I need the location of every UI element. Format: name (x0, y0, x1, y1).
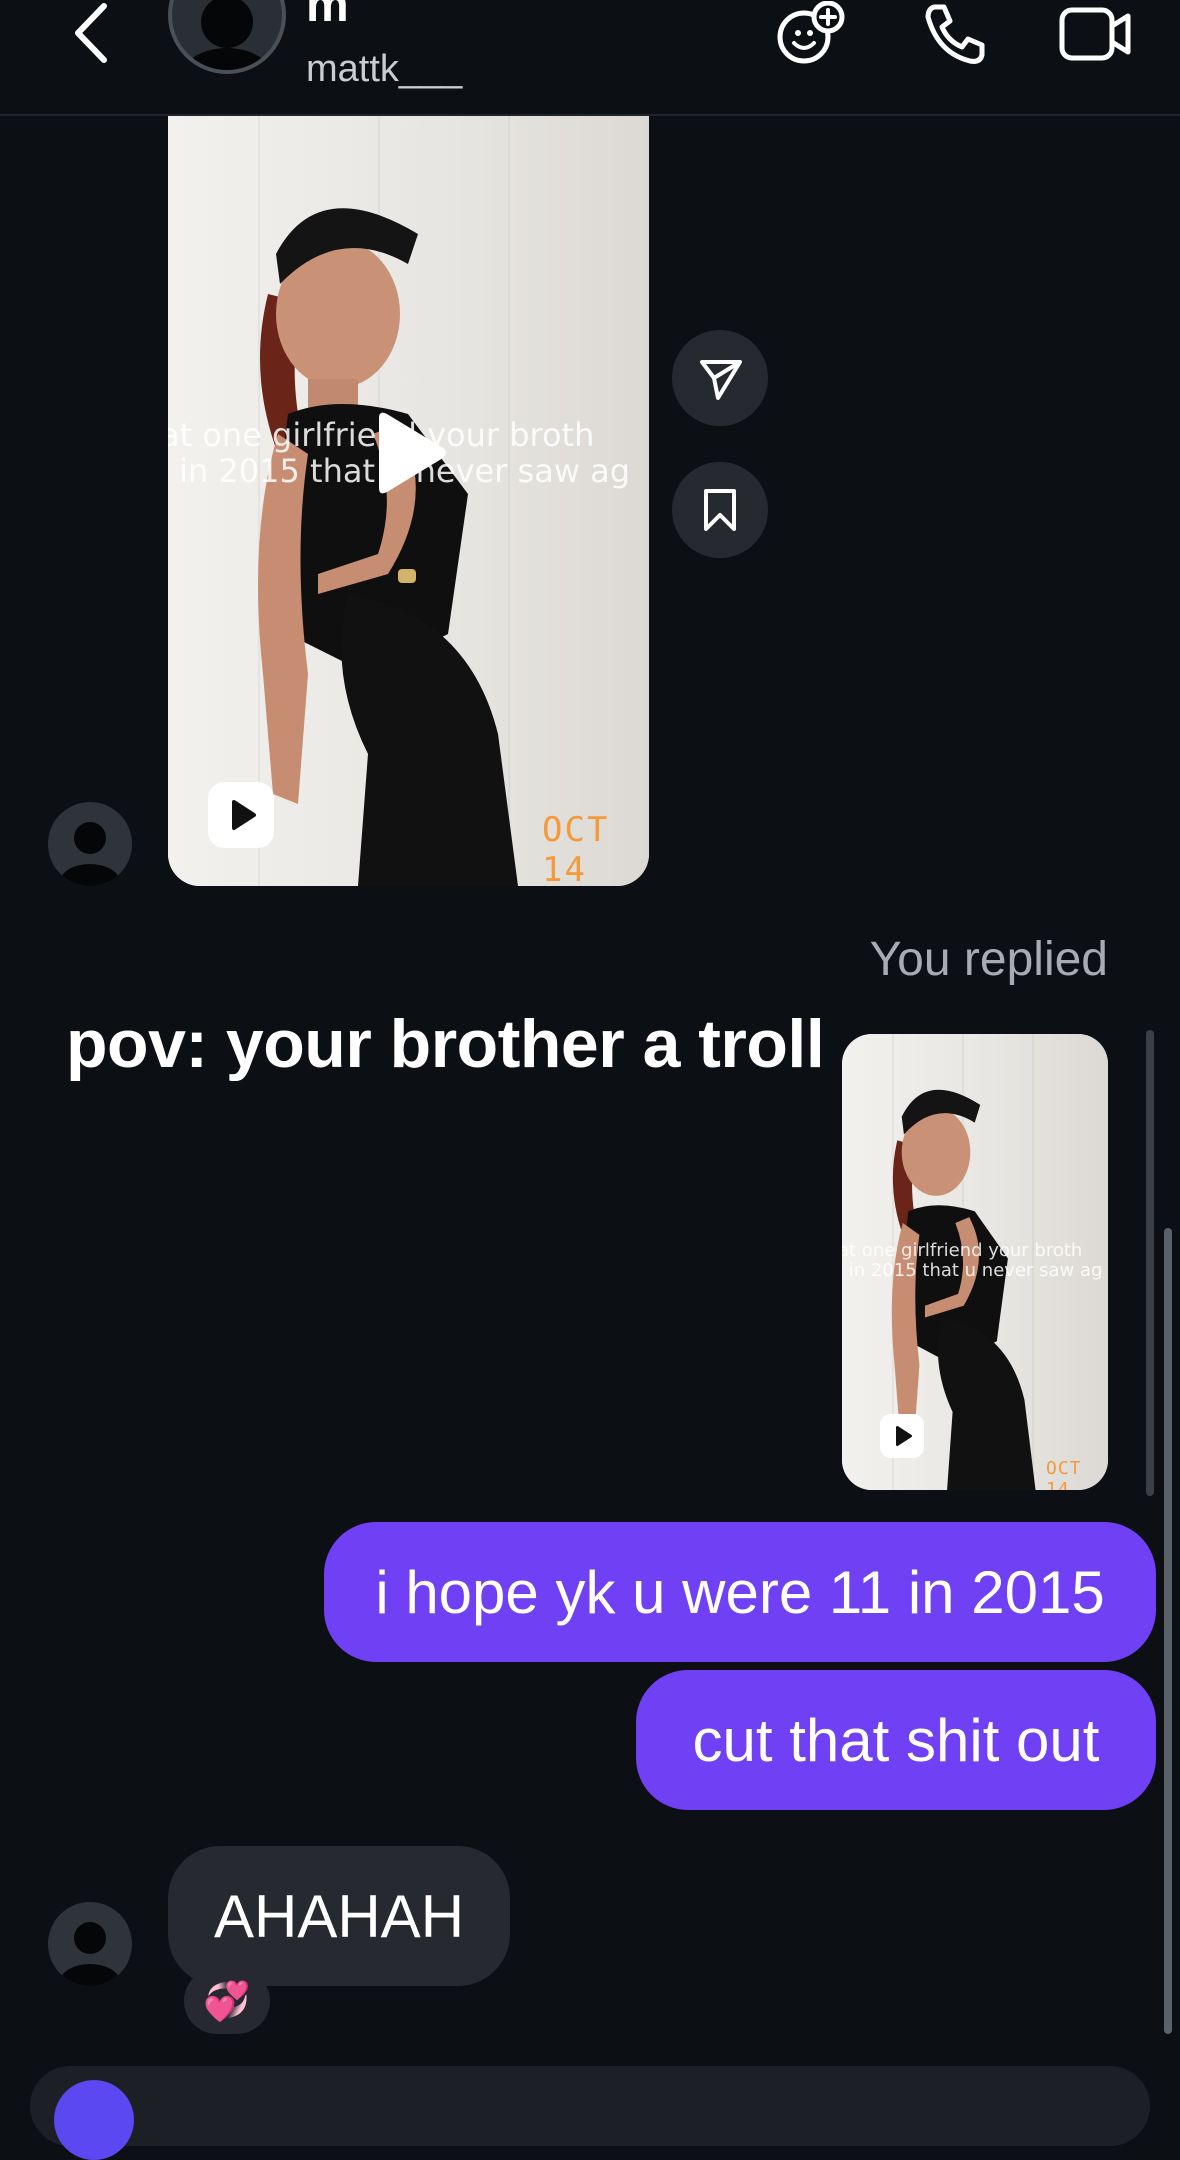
play-button[interactable] (369, 410, 449, 501)
reel-caption-line: l in 2015 that u never saw ag (842, 1260, 1103, 1281)
play-icon (379, 412, 446, 494)
outgoing-message[interactable]: cut that shit out (636, 1670, 1156, 1810)
heart-reaction-icon: 💞 (203, 1978, 251, 2023)
replied-reel-thumbnail[interactable]: at one girlfriend your broth l in 2015 t… (842, 1034, 1108, 1490)
phone-icon (925, 4, 985, 64)
chat-username[interactable]: mattk___ (306, 48, 462, 91)
share-icon (700, 360, 742, 400)
avatar[interactable] (48, 802, 132, 886)
voice-call-button[interactable] (916, 0, 992, 66)
reel-message[interactable]: at one girlfriend your broth l in 2015 t… (168, 114, 649, 886)
avatar[interactable] (48, 1902, 132, 1986)
video-call-button[interactable] (1056, 0, 1136, 66)
date-stamp: OCT 14 (542, 810, 610, 886)
bookmark-icon (704, 489, 736, 531)
message-reaction[interactable]: 💞 (184, 1968, 270, 2034)
reel-icon (880, 1414, 924, 1458)
user-silhouette-icon (182, 0, 272, 70)
date-stamp: OCT 14 (1046, 1458, 1082, 1490)
incoming-message[interactable]: AHAHAH (168, 1846, 510, 1986)
reel-badge (880, 1414, 924, 1463)
outgoing-message[interactable]: i hope yk u were 11 in 2015 (324, 1522, 1156, 1662)
save-button[interactable] (672, 462, 768, 558)
video-call-icon (1059, 7, 1131, 61)
reply-quote-bar (1146, 1030, 1154, 1496)
share-button[interactable] (672, 330, 768, 426)
user-silhouette-icon (60, 1922, 120, 1986)
chat-name[interactable]: m (306, 0, 349, 33)
effects-icon (777, 1, 845, 64)
chevron-left-icon (75, 3, 107, 63)
reel-caption-line: at one girlfriend your broth (842, 1240, 1083, 1261)
reel-icon (208, 782, 274, 848)
reply-label: You replied (869, 933, 1108, 986)
scrollbar[interactable] (1164, 1228, 1172, 2034)
back-button[interactable] (70, 0, 120, 66)
overlay-caption: pov: your brother a troll (66, 1006, 825, 1082)
message-composer[interactable] (30, 2066, 1150, 2146)
avatar[interactable] (168, 0, 286, 74)
reel-badge (208, 782, 274, 853)
camera-button[interactable] (54, 2080, 134, 2160)
user-silhouette-icon (60, 822, 120, 886)
effects-button[interactable] (772, 0, 852, 66)
chat-header: m mattk___ (0, 0, 1180, 116)
